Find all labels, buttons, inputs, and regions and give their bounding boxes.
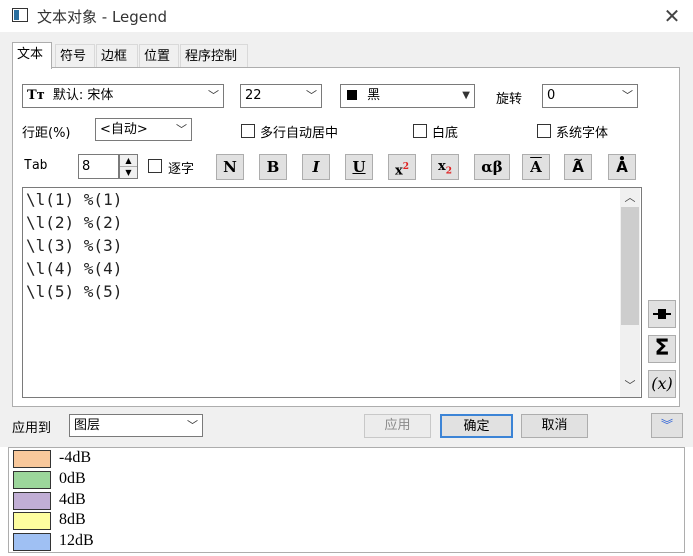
legend-swatch: [13, 492, 51, 510]
per-char-label: 逐字: [168, 162, 195, 177]
legend-preview: -4dB 0dB 4dB 8dB 12dB: [8, 447, 685, 553]
rotation-value: 0: [547, 88, 556, 103]
editor-line: \l(4) %(4): [26, 259, 123, 278]
legend-swatch: [13, 512, 51, 530]
scrollbar-thumb[interactable]: [621, 207, 639, 325]
multiline-center-label: 多行自动居中: [260, 126, 339, 141]
subscript-button[interactable]: x2: [431, 154, 459, 180]
ok-button[interactable]: 确定: [440, 414, 513, 438]
multiline-center-checkbox[interactable]: [241, 124, 255, 138]
tab-size-label: Tab: [24, 158, 48, 173]
editor-line: \l(3) %(3): [26, 236, 123, 255]
chevron-down-icon: ﹀: [187, 419, 198, 432]
legend-swatch: [13, 533, 51, 551]
legend-swatch: [13, 450, 51, 468]
legend-label: 4dB: [59, 491, 86, 508]
spin-down-icon[interactable]: ▼: [120, 167, 137, 178]
legend-swatch: [13, 471, 51, 489]
greek-button[interactable]: αβ: [474, 154, 510, 180]
chevron-down-icon: ﹀: [622, 89, 633, 102]
legend-symbol-icon: [653, 309, 671, 319]
editor-line: \l(2) %(2): [26, 213, 123, 232]
color-select[interactable]: 黑 ▼: [340, 84, 475, 108]
cancel-button[interactable]: 取消: [521, 414, 588, 438]
font-select-value: 默认: 宋体: [52, 88, 114, 103]
color-select-value: 黑: [367, 88, 381, 103]
tilde-mark-icon: ~: [572, 153, 584, 167]
tab-border[interactable]: 边框: [96, 44, 138, 68]
spin-up-icon[interactable]: ▲: [120, 155, 137, 167]
close-icon[interactable]: ✕: [660, 4, 684, 28]
dropdown-arrow-icon: ▼: [462, 90, 470, 101]
rotation-label: 旋转: [496, 92, 523, 107]
subscript-base: x: [437, 159, 446, 174]
tilde-button[interactable]: A ~: [564, 153, 592, 180]
italic-button[interactable]: I: [302, 154, 330, 180]
white-background-label: 白底: [432, 126, 459, 141]
system-font-checkbox[interactable]: [537, 124, 551, 138]
tab-size-input[interactable]: 8: [78, 154, 119, 179]
chevron-down-icon: ﹀: [306, 89, 317, 102]
chevron-down-icon: ﹀: [208, 89, 219, 102]
scroll-up-icon[interactable]: ︿: [621, 190, 639, 206]
system-font-label: 系统字体: [556, 126, 609, 141]
font-type-icon: Tт: [27, 88, 45, 103]
tab-program-control[interactable]: 程序控制: [180, 44, 248, 68]
insert-symbol-button[interactable]: [648, 300, 676, 328]
normal-button[interactable]: N: [216, 154, 244, 180]
expand-chevron-icon[interactable]: ︾: [651, 413, 683, 438]
rotation-select[interactable]: 0 ﹀: [542, 84, 638, 108]
tab-position[interactable]: 位置: [139, 44, 179, 68]
line-spacing-value: <自动>: [100, 122, 148, 137]
apply-to-label: 应用到: [12, 421, 52, 436]
subscript-exp: 2: [445, 166, 453, 177]
font-size-select[interactable]: 22 ﹀: [240, 84, 322, 108]
tab-symbol[interactable]: 符号: [55, 44, 95, 68]
per-char-checkbox[interactable]: [148, 159, 162, 173]
apply-to-value: 图层: [74, 418, 101, 433]
legend-label: 0dB: [59, 470, 86, 487]
sigma-icon[interactable]: Σ: [648, 335, 676, 363]
tab-size-spinner[interactable]: ▲ ▼: [119, 154, 138, 179]
tab-text[interactable]: 文本: [12, 42, 52, 69]
scroll-down-icon[interactable]: ﹀: [621, 378, 639, 394]
apply-button[interactable]: 应用: [364, 414, 431, 438]
variable-icon[interactable]: (x): [648, 370, 676, 398]
font-size-value: 22: [245, 88, 262, 103]
line-spacing-label: 行距(%): [22, 126, 71, 141]
dot-accent-button[interactable]: A •: [608, 152, 636, 180]
dot-mark-icon: •: [618, 152, 626, 166]
chevron-down-icon: ﹀: [176, 123, 187, 136]
window-icon: [12, 8, 28, 22]
window-title: 文本对象 - Legend: [37, 8, 168, 26]
line-spacing-select[interactable]: <自动> ﹀: [95, 118, 192, 141]
font-select[interactable]: Tт 默认: 宋体 ﹀: [22, 84, 224, 108]
legend-label: 12dB: [59, 532, 94, 549]
editor-line: \l(1) %(1): [26, 190, 123, 209]
overbar-button[interactable]: A: [522, 154, 550, 180]
bold-button[interactable]: B: [259, 154, 287, 180]
superscript-base: x: [394, 163, 403, 179]
underline-button[interactable]: U: [345, 154, 373, 180]
white-background-checkbox[interactable]: [413, 124, 427, 138]
superscript-button[interactable]: x2: [388, 154, 416, 180]
legend-label: 8dB: [59, 511, 86, 528]
editor-line: \l(5) %(5): [26, 282, 123, 301]
legend-label: -4dB: [59, 449, 91, 466]
apply-to-select[interactable]: 图层 ﹀: [69, 414, 203, 437]
color-swatch: [347, 89, 357, 100]
superscript-exp: 2: [402, 162, 410, 172]
text-editor[interactable]: \l(1) %(1) \l(2) %(2) \l(3) %(3) \l(4) %…: [22, 187, 642, 398]
